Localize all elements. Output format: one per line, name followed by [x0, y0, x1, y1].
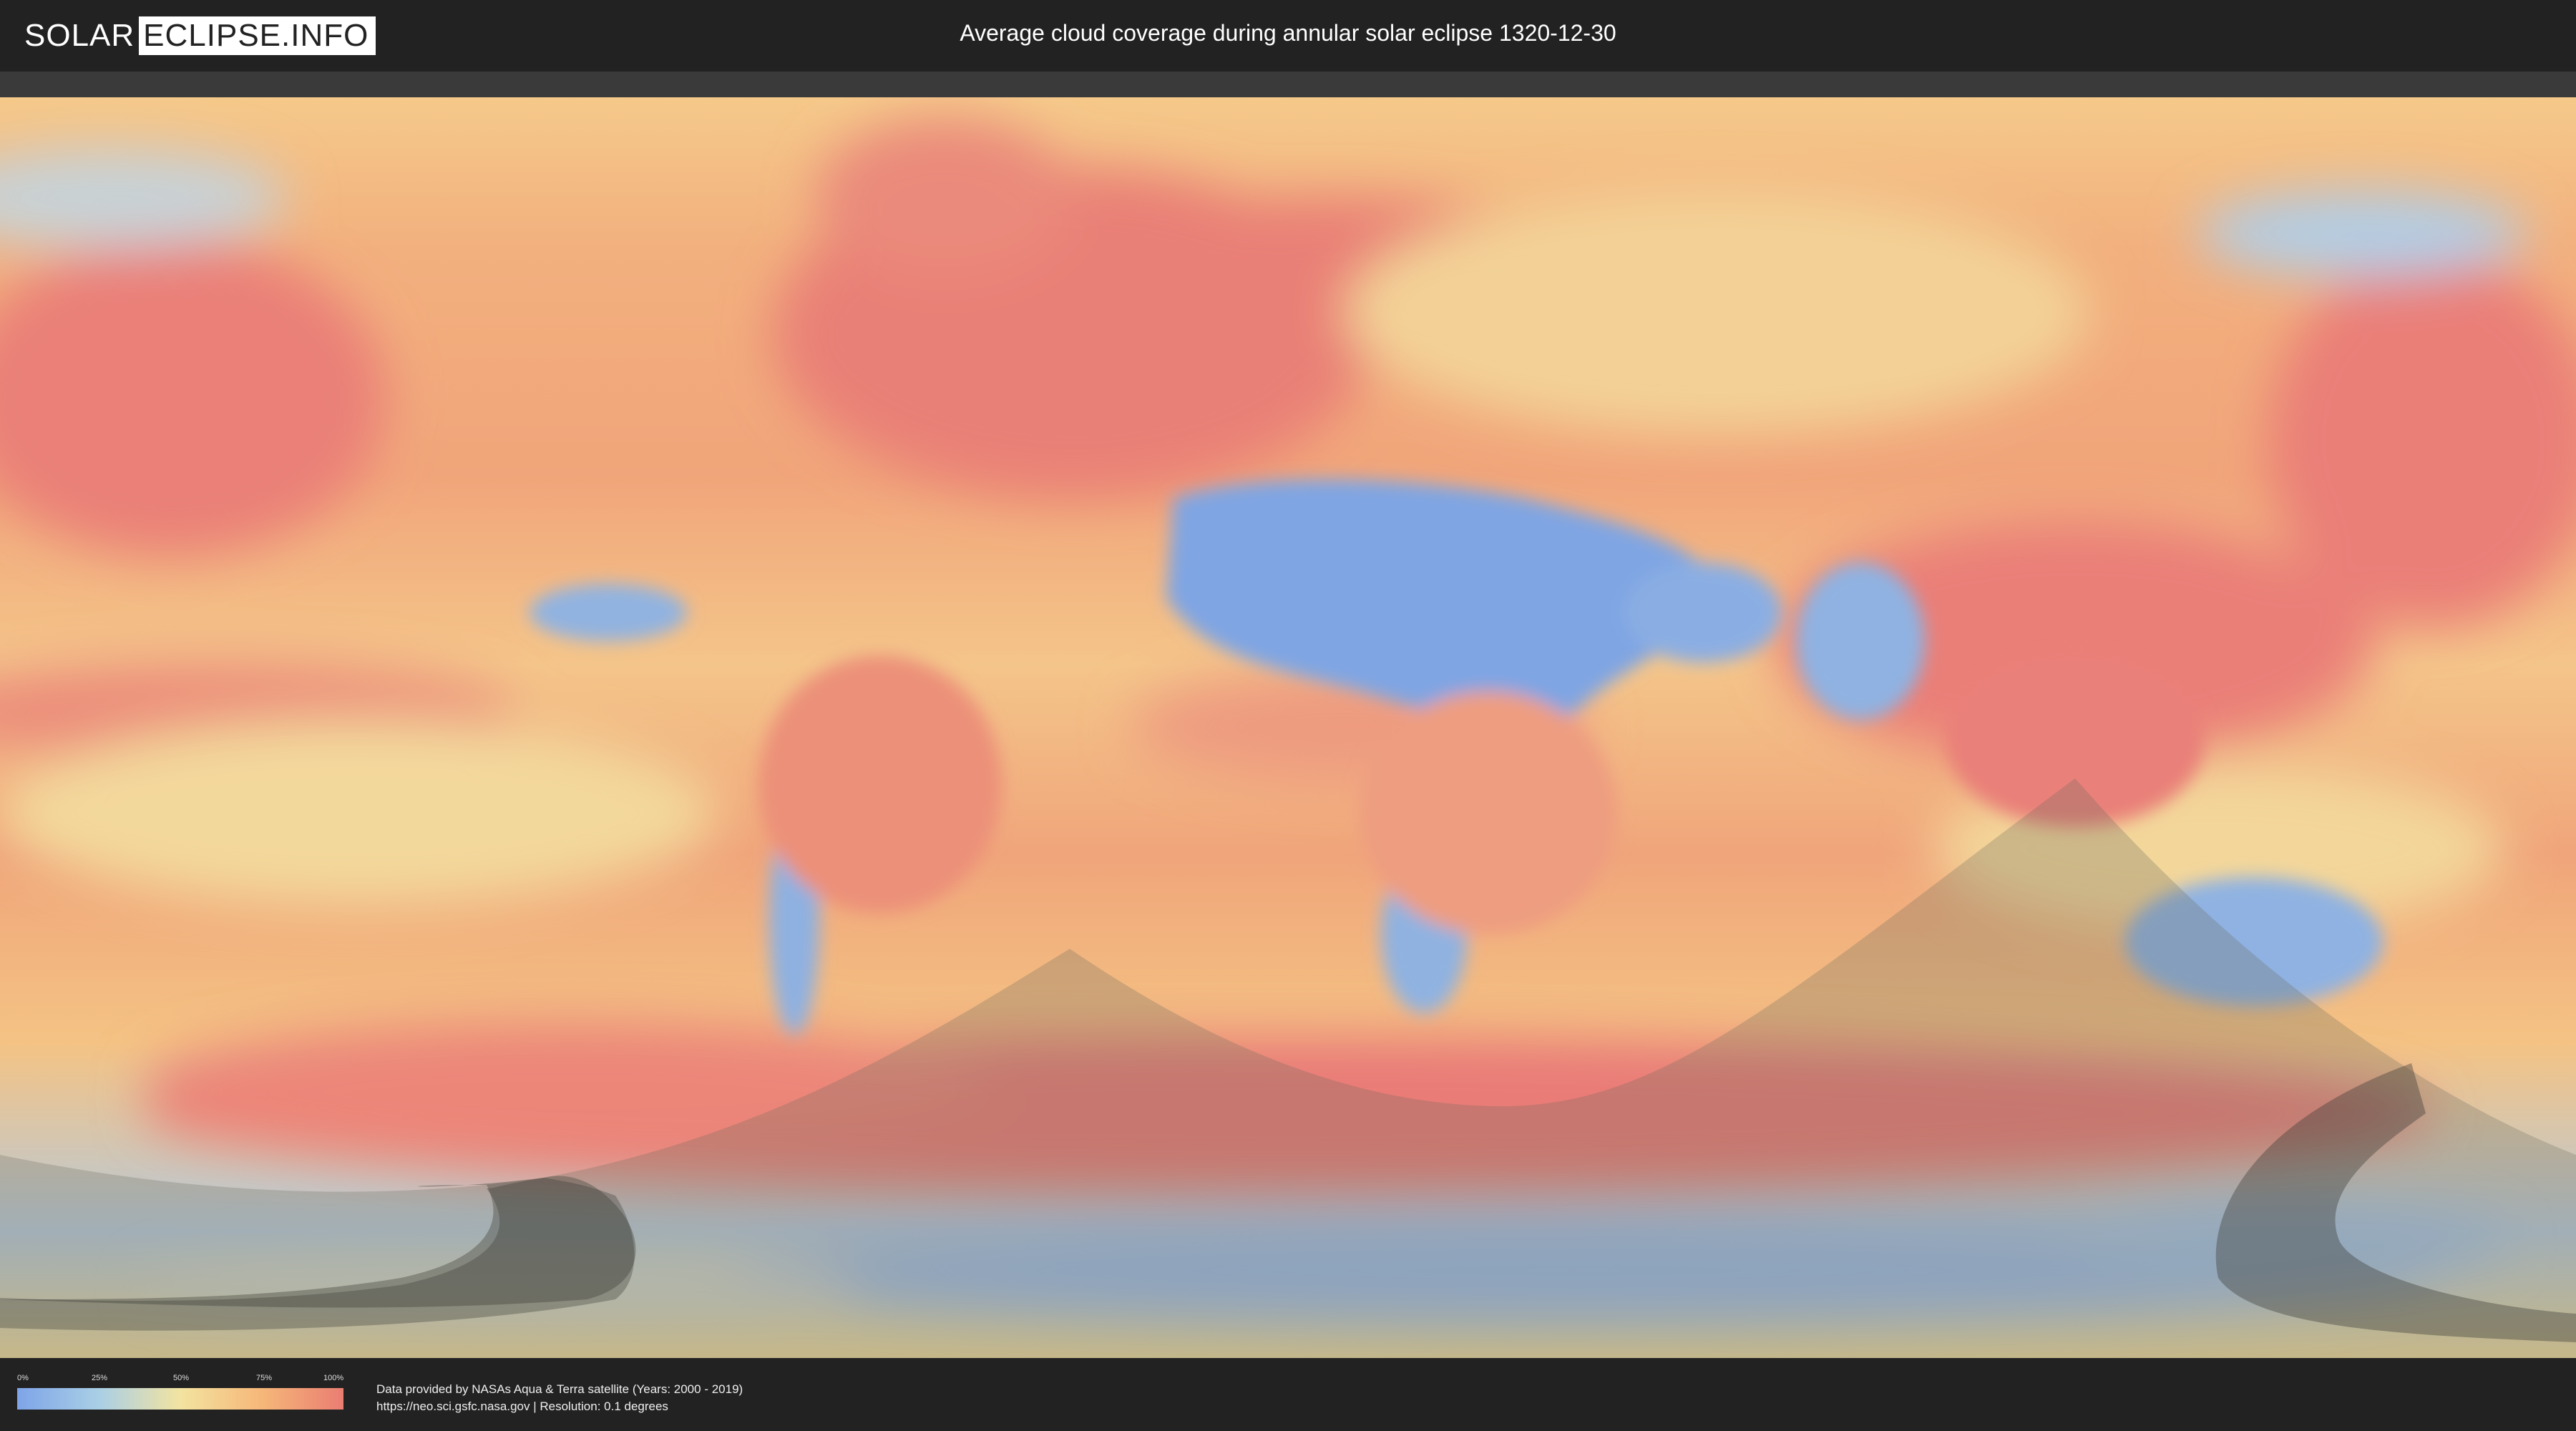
page-title: Average cloud coverage during annular so…: [960, 20, 1616, 46]
legend-tick-75: 75%: [256, 1374, 273, 1382]
legend-ticks: 0% 25% 50% 75% 100%: [17, 1374, 343, 1385]
legend-gradient-bar: [17, 1388, 343, 1410]
map-canvas: [0, 97, 2576, 1358]
data-credit: Data provided by NASAs Aqua & Terra sate…: [376, 1381, 743, 1415]
credit-line-1: Data provided by NASAs Aqua & Terra sate…: [376, 1382, 743, 1396]
cloud-coverage-map[interactable]: [0, 97, 2576, 1358]
legend-tick-0: 0%: [17, 1374, 29, 1382]
map-top-strip: [0, 72, 2576, 97]
legend-tick-25: 25%: [92, 1374, 108, 1382]
color-legend: 0% 25% 50% 75% 100%: [17, 1374, 343, 1410]
header-bar: SOLAR ECLIPSE.INFO Average cloud coverag…: [0, 0, 2576, 72]
legend-tick-100: 100%: [323, 1374, 344, 1382]
credit-line-2: https://neo.sci.gsfc.nasa.gov | Resoluti…: [376, 1400, 668, 1413]
legend-tick-50: 50%: [173, 1374, 190, 1382]
footer-bar: 0% 25% 50% 75% 100% Data provided by NAS…: [0, 1358, 2576, 1431]
